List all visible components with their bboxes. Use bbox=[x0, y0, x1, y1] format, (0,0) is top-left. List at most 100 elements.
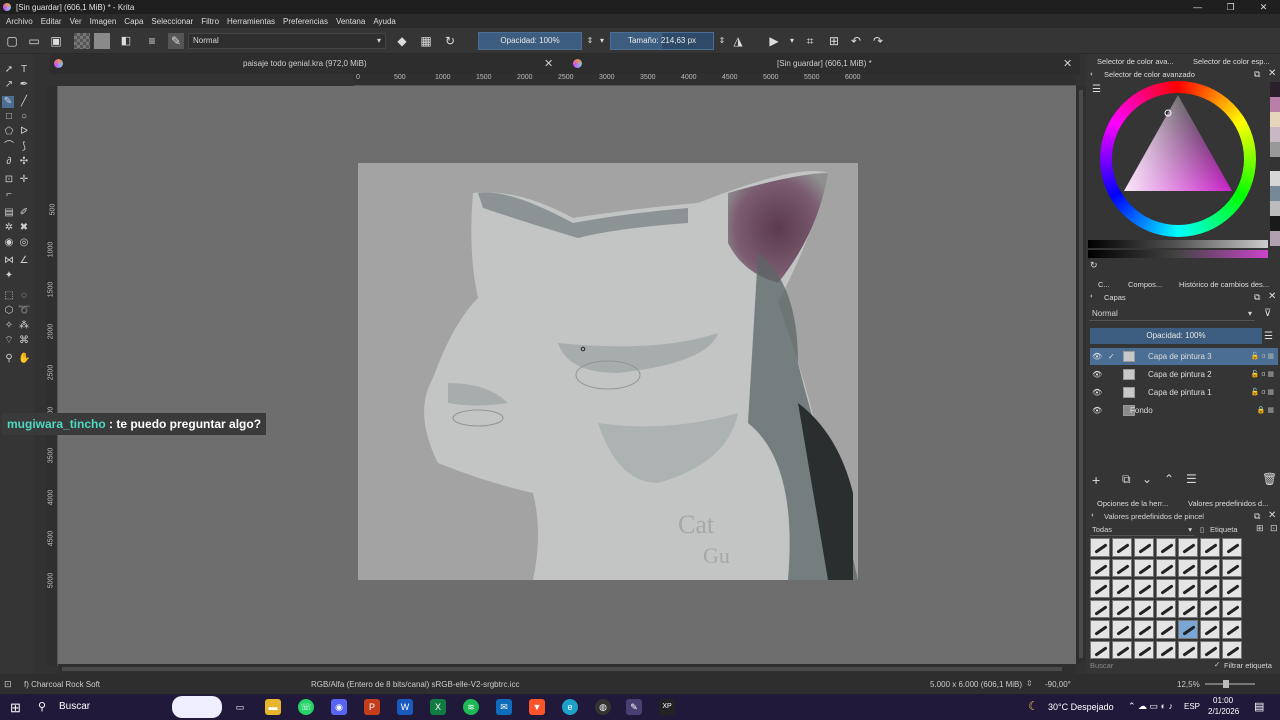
dynamic-brush-icon[interactable]: ∂ bbox=[3, 156, 15, 168]
layer-lock-icons[interactable]: 🔓 α ▦ bbox=[1251, 384, 1274, 401]
tag-label[interactable]: Etiqueta bbox=[1210, 525, 1238, 534]
freehand-path-icon[interactable]: ⟆ bbox=[18, 141, 30, 153]
brush-preset[interactable] bbox=[1090, 640, 1110, 659]
brush-preset-icon[interactable]: ✎ bbox=[168, 33, 184, 49]
mirror-vertical-icon[interactable]: ▶ bbox=[766, 33, 782, 49]
swatch[interactable] bbox=[1270, 216, 1280, 232]
float-icon[interactable]: ⧉ bbox=[1254, 292, 1260, 303]
brush-preset[interactable] bbox=[1134, 599, 1154, 618]
hue-ring[interactable] bbox=[1100, 81, 1256, 237]
enclose-fill-icon[interactable]: ◎ bbox=[18, 237, 30, 249]
brush-preset[interactable] bbox=[1112, 558, 1132, 577]
polyline-tool-icon[interactable]: ᐅ bbox=[18, 126, 30, 138]
brush-preset[interactable] bbox=[1090, 558, 1110, 577]
similar-select-icon[interactable]: ⁂ bbox=[18, 320, 30, 332]
minimize-button[interactable]: — bbox=[1181, 0, 1214, 14]
chevron-down-icon[interactable]: ▾ bbox=[594, 33, 610, 49]
layer-blend-mode-select[interactable]: Normal ▾ bbox=[1089, 307, 1255, 321]
save-icon[interactable]: ▣ bbox=[48, 33, 64, 49]
clock-time[interactable]: 01:00 bbox=[1213, 696, 1233, 705]
zoom-tool-icon[interactable]: ⚲ bbox=[3, 353, 15, 365]
mirror-horizontal-icon[interactable]: ◮ bbox=[730, 33, 746, 49]
layer-properties-icon[interactable]: ☰ bbox=[1186, 472, 1197, 486]
edge-icon[interactable]: e bbox=[562, 699, 578, 715]
preset-filter-select[interactable]: Todas ▾ bbox=[1090, 524, 1194, 536]
assistant-tool-icon[interactable]: ⋈ bbox=[3, 255, 15, 267]
brush-preset[interactable] bbox=[1156, 538, 1176, 557]
brush-preset[interactable] bbox=[1112, 599, 1132, 618]
layer-lock-icons[interactable]: 🔓 α ▦ bbox=[1251, 348, 1274, 365]
smart-patch-icon[interactable]: ✖ bbox=[18, 222, 30, 234]
brush-preset[interactable] bbox=[1112, 579, 1132, 598]
gradient-icon[interactable] bbox=[94, 33, 110, 49]
document-canvas[interactable]: Cat Gu bbox=[358, 163, 858, 580]
swatch[interactable] bbox=[1270, 82, 1280, 97]
layer-opacity-slider[interactable]: Opacidad: 100% bbox=[1090, 328, 1262, 344]
clock-date[interactable]: 2/1/2026 bbox=[1208, 707, 1239, 716]
crop-icon[interactable]: ⌗ bbox=[802, 33, 818, 49]
brush-preset[interactable] bbox=[1222, 579, 1242, 598]
close-window-button[interactable]: ✕ bbox=[1247, 0, 1280, 14]
transform-tool-icon[interactable]: ⊡ bbox=[3, 174, 15, 186]
layer-row[interactable]: 👁 Fondo 🔒 ▦ bbox=[1090, 402, 1278, 419]
notification-icon[interactable]: ▤ bbox=[1254, 700, 1264, 713]
menu-ver[interactable]: Ver bbox=[70, 17, 82, 26]
brush-preset[interactable] bbox=[1200, 558, 1220, 577]
windows-start-icon[interactable]: ⊞ bbox=[10, 700, 21, 716]
reference-tool-icon[interactable]: ✦ bbox=[3, 270, 15, 282]
measure-tool-icon[interactable]: ∠ bbox=[18, 255, 30, 267]
visibility-eye-icon[interactable]: 👁 bbox=[1092, 366, 1102, 383]
crop-tool-icon[interactable]: ⌐ bbox=[3, 189, 15, 201]
brush-preset[interactable] bbox=[1178, 640, 1198, 659]
menu-preferencias[interactable]: Preferencias bbox=[283, 17, 328, 26]
bezier-select-icon[interactable]: ⌔ bbox=[3, 335, 15, 347]
bezier-tool-icon[interactable]: ⌒ bbox=[3, 141, 15, 153]
word-icon[interactable]: W bbox=[397, 699, 413, 715]
wrap-icon[interactable]: ⊞ bbox=[826, 33, 842, 49]
menu-filtro[interactable]: Filtro bbox=[201, 17, 219, 26]
color-picker-icon[interactable]: ✐ bbox=[18, 207, 30, 219]
delete-layer-icon[interactable]: 🗑 bbox=[1262, 472, 1277, 486]
visibility-eye-icon[interactable]: 👁 bbox=[1092, 348, 1102, 365]
brush-preset[interactable] bbox=[1222, 620, 1242, 639]
brush-preset[interactable] bbox=[1222, 599, 1242, 618]
menu-ventana[interactable]: Ventana bbox=[336, 17, 365, 26]
brush-preset[interactable] bbox=[1090, 579, 1110, 598]
blend-mode-select[interactable]: Normal ▾ bbox=[188, 33, 386, 49]
language-indicator[interactable]: ESP bbox=[1184, 702, 1200, 711]
menu-seleccionar[interactable]: Seleccionar bbox=[151, 17, 193, 26]
pan-tool-icon[interactable]: ✋ bbox=[18, 353, 30, 365]
fg-bg-color-icon[interactable]: ◧ bbox=[118, 33, 134, 49]
brush-preset[interactable] bbox=[1200, 620, 1220, 639]
brush-preset[interactable] bbox=[1090, 620, 1110, 639]
saturation-triangle[interactable] bbox=[1100, 81, 1256, 237]
brush-preset[interactable] bbox=[1112, 620, 1132, 639]
pattern-icon[interactable] bbox=[74, 33, 90, 49]
tab-undo-history[interactable]: Histórico de cambios des... bbox=[1179, 280, 1269, 289]
outlook-icon[interactable]: ✉ bbox=[496, 699, 512, 715]
checkmark-icon[interactable]: ✓ bbox=[1108, 348, 1115, 365]
line-tool-icon[interactable]: ╱ bbox=[18, 96, 30, 108]
ellipse-tool-icon[interactable]: ○ bbox=[18, 111, 30, 123]
menu-capa[interactable]: Capa bbox=[124, 17, 143, 26]
multibrush-icon[interactable]: ✣ bbox=[18, 156, 30, 168]
colorize-mask-icon[interactable]: ✲ bbox=[3, 222, 15, 234]
tab-tool-options[interactable]: Opciones de la herr... bbox=[1097, 499, 1168, 508]
float-icon[interactable]: ⧉ bbox=[1254, 69, 1260, 80]
tab-specific-color-selector[interactable]: Selector de color esp... bbox=[1193, 57, 1270, 66]
text-tool-icon[interactable]: T bbox=[18, 64, 30, 76]
brush-preset[interactable] bbox=[1178, 599, 1198, 618]
brush-preset[interactable] bbox=[1200, 599, 1220, 618]
discord-icon[interactable]: ◉ bbox=[331, 699, 347, 715]
brush-preset-selected[interactable] bbox=[1178, 620, 1198, 639]
brush-preset[interactable] bbox=[1156, 620, 1176, 639]
menu-archivo[interactable]: Archivo bbox=[6, 17, 33, 26]
close-docker-icon[interactable]: ✕ bbox=[1268, 510, 1276, 521]
polygon-tool-icon[interactable]: ⬠ bbox=[3, 126, 15, 138]
spotify-icon[interactable]: ≋ bbox=[463, 699, 479, 715]
swatch[interactable] bbox=[1270, 156, 1280, 172]
swatch[interactable] bbox=[1270, 126, 1280, 142]
close-docker-icon[interactable]: ✕ bbox=[1268, 68, 1276, 79]
menu-ayuda[interactable]: Ayuda bbox=[373, 17, 396, 26]
tab-brush-presets[interactable]: Valores predefinidos d... bbox=[1188, 499, 1268, 508]
